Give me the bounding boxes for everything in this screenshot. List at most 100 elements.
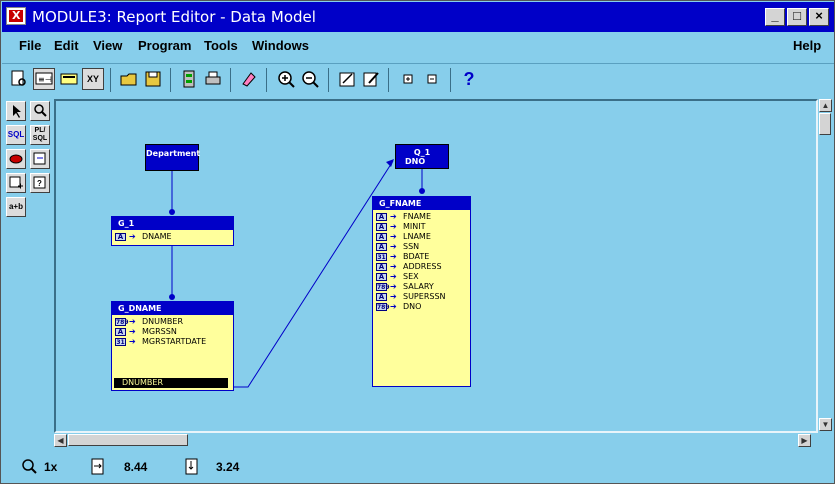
parameter-form-button[interactable]: XY xyxy=(82,68,104,90)
scroll-up-arrow-icon[interactable]: ▲ xyxy=(819,99,832,112)
arrow-right-icon: ➔ xyxy=(390,212,397,221)
group-g-dname[interactable]: G_DNAME 789 ➔ DNUMBER A ➔ MGRSSN 31 ➔ MG… xyxy=(111,301,234,391)
formula-column-icon[interactable] xyxy=(30,149,50,169)
group-g-dname-title: G_DNAME xyxy=(112,302,233,315)
menu-help[interactable]: Help xyxy=(793,38,821,53)
column-row[interactable]: A ➔ ADDRESS xyxy=(373,262,470,272)
arrow-right-icon: ➔ xyxy=(390,262,397,271)
report-preview-icon[interactable] xyxy=(8,68,30,90)
menu-view[interactable]: View xyxy=(93,38,122,53)
data-model-icon[interactable]: ≡⊣ xyxy=(33,68,55,90)
number-type-icon: 789 xyxy=(376,283,390,291)
vertical-position-icon xyxy=(184,457,200,482)
arrow-right-icon: ➔ xyxy=(390,222,397,231)
svg-text:≡⊣: ≡⊣ xyxy=(38,75,52,84)
toolbar-separator xyxy=(388,68,389,92)
vertical-position: 3.24 xyxy=(216,460,240,474)
run-report-icon[interactable] xyxy=(178,68,200,90)
arrow-right-icon: ➔ xyxy=(129,317,136,326)
arrow-right-icon: ➔ xyxy=(390,232,397,241)
column-name: FNAME xyxy=(403,212,432,221)
char-type-icon: A xyxy=(376,293,387,301)
vertical-scroll-thumb[interactable] xyxy=(819,113,831,135)
app-icon[interactable] xyxy=(6,7,26,25)
link-column-bar[interactable]: DNUMBER xyxy=(114,378,228,388)
toolbar-separator xyxy=(230,68,231,92)
column-row[interactable]: 31 ➔ BDATE xyxy=(373,252,470,262)
placeholder-column-icon[interactable] xyxy=(6,173,26,193)
scroll-right-arrow-icon[interactable]: ▶ xyxy=(798,434,811,447)
cross-product-icon[interactable]: ? xyxy=(30,173,50,193)
column-row[interactable]: A ➔ FNAME xyxy=(373,212,470,222)
column-name: DNAME xyxy=(142,232,172,241)
column-row[interactable]: 789 ➔ DNUMBER xyxy=(112,317,233,327)
expand-icon[interactable] xyxy=(397,68,419,90)
column-name: DNUMBER xyxy=(142,317,184,326)
column-row[interactable]: 789 ➔ SALARY xyxy=(373,282,470,292)
scroll-left-arrow-icon[interactable]: ◀ xyxy=(54,434,67,447)
sql-query-tool-button[interactable]: SQL xyxy=(6,125,26,145)
column-name: BDATE xyxy=(403,252,430,261)
magnify-tool-icon[interactable] xyxy=(30,101,50,121)
zoom-icon xyxy=(20,457,40,482)
maximize-button[interactable]: □ xyxy=(787,8,807,26)
column-row[interactable]: A ➔ SEX xyxy=(373,272,470,282)
vertical-scrollbar[interactable]: ▲ ▼ xyxy=(818,99,833,433)
arrow-right-icon: ➔ xyxy=(390,272,397,281)
horizontal-position-icon xyxy=(90,457,106,482)
print-icon[interactable] xyxy=(202,68,224,90)
char-type-icon: A xyxy=(376,243,387,251)
layout-model-icon[interactable] xyxy=(58,68,80,90)
close-button[interactable]: × xyxy=(809,8,829,26)
horizontal-scroll-thumb[interactable] xyxy=(68,434,188,446)
help-icon[interactable]: ? xyxy=(458,68,480,90)
column-row[interactable]: 789 ➔ DNO xyxy=(373,302,470,312)
zoom-out-icon[interactable] xyxy=(299,68,321,90)
column-name: SSN xyxy=(403,242,420,251)
horizontal-scrollbar[interactable]: ◀ ▶ xyxy=(54,433,818,448)
char-type-icon: A xyxy=(376,213,387,221)
query-q1[interactable]: Q_1 DNO xyxy=(395,144,449,169)
menu-windows[interactable]: Windows xyxy=(252,38,309,53)
zoom-in-icon[interactable] xyxy=(275,68,297,90)
clear-icon[interactable] xyxy=(238,68,260,90)
number-type-icon: 789 xyxy=(115,318,129,326)
menu-tools[interactable]: Tools xyxy=(204,38,238,53)
menu-bar: File Edit View Program Tools Windows Hel… xyxy=(2,32,834,60)
plsql-query-tool-button[interactable]: PL/ SQL xyxy=(30,125,50,145)
column-row[interactable]: A ➔ SSN xyxy=(373,242,470,252)
column-row[interactable]: A ➔ DNAME xyxy=(112,232,233,242)
property-palette-icon[interactable] xyxy=(336,68,358,90)
collapse-icon[interactable] xyxy=(421,68,443,90)
group-g-fname[interactable]: G_FNAME A ➔ FNAME A ➔ MINIT A ➔ LNAME A ➔ SSN 31… xyxy=(372,196,471,387)
column-row[interactable]: A ➔ MINIT xyxy=(373,222,470,232)
svg-text:?: ? xyxy=(37,179,42,188)
number-type-icon: 789 xyxy=(376,303,390,311)
open-icon[interactable] xyxy=(118,68,140,90)
minimize-button[interactable]: _ xyxy=(765,8,785,26)
zoom-level: 1x xyxy=(44,460,58,474)
summary-column-icon[interactable] xyxy=(6,149,26,169)
arrow-right-icon: ➔ xyxy=(390,302,397,311)
toolbar-separator xyxy=(266,68,267,92)
scroll-down-arrow-icon[interactable]: ▼ xyxy=(819,418,832,431)
menu-file[interactable]: File xyxy=(19,38,41,53)
edit-icon[interactable] xyxy=(360,68,382,90)
query-department[interactable]: Department xyxy=(145,144,201,171)
query-department-label: Department xyxy=(146,149,201,158)
char-type-icon: A xyxy=(115,328,126,336)
column-row[interactable]: 31 ➔ MGRSTARTDATE xyxy=(112,337,233,347)
menu-edit[interactable]: Edit xyxy=(54,38,79,53)
save-icon[interactable] xyxy=(142,68,164,90)
column-name: SUPERSSN xyxy=(403,292,446,301)
title-bar: MODULE3: Report Editor - Data Model _ □ … xyxy=(2,2,834,32)
menu-program[interactable]: Program xyxy=(138,38,191,53)
column-row[interactable]: A ➔ SUPERSSN xyxy=(373,292,470,302)
arrow-right-icon: ➔ xyxy=(129,232,136,241)
toolbar-separator xyxy=(450,68,451,92)
column-row[interactable]: A ➔ MGRSSN xyxy=(112,327,233,337)
data-link-tool-button[interactable]: a+b xyxy=(6,197,26,217)
select-arrow-icon[interactable] xyxy=(6,101,26,121)
group-g1[interactable]: G_1 A ➔ DNAME xyxy=(111,216,234,246)
column-row[interactable]: A ➔ LNAME xyxy=(373,232,470,242)
